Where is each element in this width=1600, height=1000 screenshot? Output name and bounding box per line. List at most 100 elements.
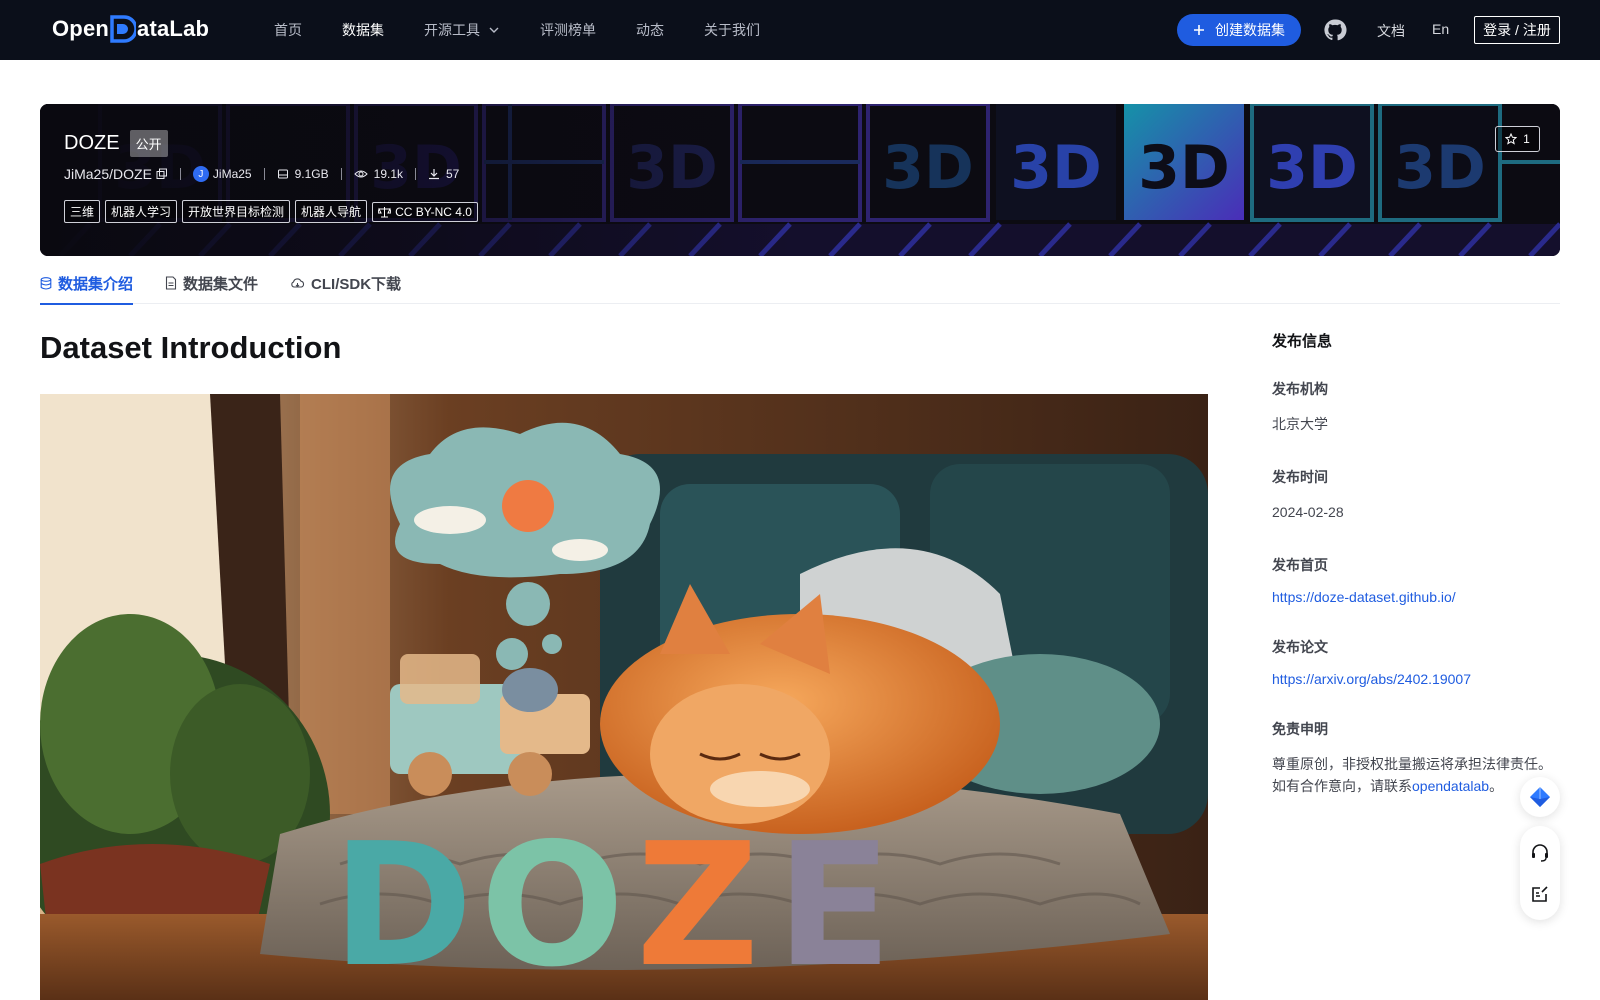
nav-item-open-tools[interactable]: 开源工具 bbox=[424, 20, 500, 40]
views-value: 19.1k bbox=[373, 167, 403, 181]
nav-item-datasets[interactable]: 数据集 bbox=[342, 20, 384, 40]
plus-icon bbox=[1194, 25, 1204, 35]
cover-letter-d: D bbox=[332, 807, 473, 1000]
disclaimer-label: 免责申明 bbox=[1272, 721, 1328, 737]
nav-item-news[interactable]: 动态 bbox=[636, 20, 664, 40]
create-dataset-label: 创建数据集 bbox=[1215, 22, 1285, 38]
homepage-link[interactable]: https://doze-dataset.github.io/ bbox=[1272, 589, 1562, 605]
tag[interactable]: 开放世界目标检测 bbox=[182, 200, 291, 223]
release-info-panel: 发布信息 发布机构 北京大学 发布时间 2024-02-28 发布首页 http… bbox=[1272, 330, 1562, 829]
nav-label: 开源工具 bbox=[424, 22, 480, 38]
tab-label: CLI/SDK下载 bbox=[311, 275, 402, 293]
feedback-float-button[interactable] bbox=[1520, 777, 1560, 817]
headset-icon bbox=[1532, 843, 1548, 862]
org-value: 北京大学 bbox=[1272, 416, 1328, 432]
svg-text:3D: 3D bbox=[1394, 133, 1486, 203]
paper-link[interactable]: https://arxiv.org/abs/2402.19007 bbox=[1272, 671, 1562, 687]
owner-name: JiMa25 bbox=[212, 167, 252, 181]
disclaimer-line: 尊重原创，非授权批量搬运将承担法律责任。 bbox=[1272, 756, 1552, 772]
create-dataset-button[interactable]: 创建数据集 bbox=[1177, 14, 1301, 46]
dataset-path-text: JiMa25/DOZE bbox=[64, 166, 152, 182]
dataset-name: DOZE bbox=[64, 132, 120, 154]
downloads-value: 57 bbox=[446, 167, 460, 181]
dataset-tabs: 数据集介绍 数据集文件 CLI/SDK下载 bbox=[40, 262, 1560, 305]
homepage-label: 发布首页 bbox=[1272, 557, 1328, 573]
eye-icon bbox=[353, 170, 368, 178]
logo-text-right: ataLab bbox=[137, 16, 210, 41]
tab-cli-sdk[interactable]: CLI/SDK下载 bbox=[290, 262, 401, 304]
meta-divider bbox=[415, 168, 416, 180]
nav-label: 评测榜单 bbox=[540, 22, 596, 38]
visibility-badge: 公开 bbox=[129, 130, 168, 157]
page-title: Dataset Introduction bbox=[40, 330, 342, 365]
disclaimer-suffix: 。 bbox=[1489, 778, 1504, 794]
tab-files[interactable]: 数据集文件 bbox=[165, 262, 258, 304]
dataset-path: JiMa25/DOZE bbox=[64, 166, 168, 182]
license-tag[interactable]: CC BY-NC 4.0 bbox=[372, 201, 478, 222]
meta-divider bbox=[263, 168, 265, 180]
scale-icon bbox=[378, 206, 392, 217]
copy-icon[interactable] bbox=[156, 168, 168, 180]
database-icon bbox=[277, 169, 288, 179]
database-icon bbox=[40, 276, 52, 290]
tab-label: 数据集文件 bbox=[183, 275, 259, 293]
language-switch[interactable]: En bbox=[1432, 21, 1449, 37]
logo[interactable]: Open ataLab bbox=[52, 15, 209, 43]
dataset-size: 9.1GB bbox=[277, 167, 329, 181]
owner[interactable]: J JiMa25 bbox=[192, 166, 252, 182]
cover-letter-o: O bbox=[480, 807, 625, 1000]
cover-letter-e: E bbox=[776, 807, 892, 1000]
tool-float-group bbox=[1520, 826, 1560, 920]
dataset-views: 19.1k bbox=[353, 167, 403, 181]
login-register-button[interactable]: 登录 / 注册 bbox=[1474, 16, 1560, 44]
meta-divider bbox=[179, 168, 181, 180]
star-count: 1 bbox=[1523, 132, 1530, 146]
customer-service-button[interactable] bbox=[1528, 841, 1552, 865]
svg-text:3D: 3D bbox=[1266, 133, 1358, 203]
svg-text:3D: 3D bbox=[882, 133, 974, 203]
org-label: 发布机构 bbox=[1272, 381, 1328, 397]
size-value: 9.1GB bbox=[294, 167, 329, 181]
cover-illustration: D O Z E bbox=[40, 394, 1208, 1000]
star-button[interactable]: 1 bbox=[1495, 126, 1540, 152]
tag[interactable]: 三维 bbox=[64, 200, 101, 223]
svg-text:3D: 3D bbox=[1138, 133, 1230, 203]
release-info-title: 发布信息 bbox=[1272, 333, 1333, 350]
download-icon bbox=[429, 169, 439, 180]
logo-mark-icon bbox=[110, 15, 138, 43]
tag[interactable]: 机器人导航 bbox=[295, 200, 368, 223]
main-nav: 首页 数据集 开源工具 评测榜单 动态 关于我们 bbox=[274, 0, 800, 60]
dataset-meta: JiMa25/DOZE J JiMa25 9.1GB 19.1k 57 bbox=[64, 166, 459, 182]
nav-item-about[interactable]: 关于我们 bbox=[704, 20, 760, 40]
top-navbar: Open ataLab 首页 数据集 开源工具 评测榜单 动态 关于我们 创建数… bbox=[0, 0, 1600, 60]
chevron-down-icon bbox=[489, 27, 499, 33]
logo-text-left: Open bbox=[52, 16, 110, 41]
license-label: CC BY-NC 4.0 bbox=[395, 204, 472, 219]
tag[interactable]: 机器人学习 bbox=[105, 200, 178, 223]
cover-letter-z: Z bbox=[636, 807, 759, 1000]
dataset-title: DOZE 公开 bbox=[64, 130, 168, 157]
meta-divider bbox=[340, 168, 342, 180]
nav-item-home[interactable]: 首页 bbox=[274, 20, 302, 40]
contact-link[interactable]: opendatalab bbox=[1412, 778, 1489, 794]
tab-label: 数据集介绍 bbox=[58, 275, 134, 293]
nav-item-leaderboard[interactable]: 评测榜单 bbox=[540, 20, 596, 40]
disclaimer-line: 如有合作意向，请联系 bbox=[1272, 778, 1412, 794]
paper-plane-icon bbox=[1530, 787, 1550, 807]
svg-text:3D: 3D bbox=[1010, 133, 1102, 203]
nav-label: 数据集 bbox=[342, 22, 384, 38]
file-icon bbox=[165, 276, 177, 290]
docs-link[interactable]: 文档 bbox=[1377, 21, 1405, 41]
github-icon[interactable] bbox=[1323, 18, 1347, 42]
date-label: 发布时间 bbox=[1272, 469, 1328, 485]
nav-label: 动态 bbox=[636, 22, 664, 38]
paper-label: 发布论文 bbox=[1272, 639, 1328, 655]
date-value: 2024-02-28 bbox=[1272, 504, 1344, 520]
note-button[interactable] bbox=[1528, 882, 1552, 906]
dataset-downloads: 57 bbox=[428, 167, 459, 181]
nav-label: 关于我们 bbox=[704, 22, 760, 38]
avatar: J bbox=[192, 166, 209, 182]
star-icon bbox=[1505, 133, 1518, 145]
cloud-icon bbox=[291, 278, 305, 288]
tab-introduction[interactable]: 数据集介绍 bbox=[40, 262, 134, 305]
